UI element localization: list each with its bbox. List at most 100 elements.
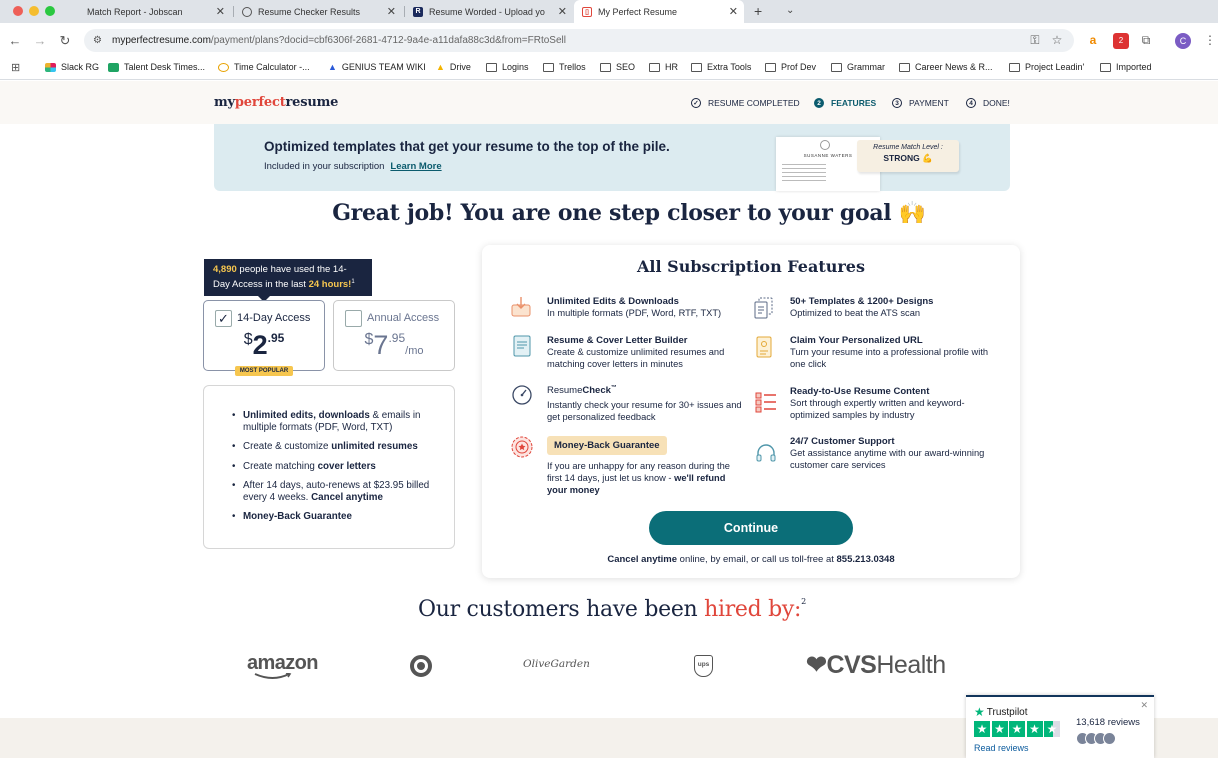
avatar	[1103, 732, 1116, 745]
phone-number[interactable]: 855.213.0348	[837, 554, 895, 565]
bookmark-folder[interactable]: Extra Tools	[691, 62, 751, 72]
plan-annual-access[interactable]: Annual Access $7.95/mo	[333, 300, 455, 371]
headset-icon	[756, 444, 776, 462]
step-payment: 3 PAYMENT	[892, 98, 949, 108]
extensions-puzzle-icon[interactable]: ⧉	[1138, 33, 1154, 49]
folder-icon	[649, 62, 660, 72]
bookmark-folder[interactable]: Logins	[486, 62, 529, 72]
feature-title: ResumeCheck™	[547, 383, 747, 396]
match-value: STRONG 💪	[883, 153, 933, 163]
continue-button[interactable]: Continue	[649, 511, 853, 545]
banner-subtitle-text: Included in your subscription	[264, 161, 385, 172]
browser-tab-resume-worded[interactable]: R Resume Worded - Upload yo ✕	[405, 0, 573, 23]
learn-more-link[interactable]: Learn More	[390, 161, 441, 172]
bookmark-label: Grammar	[847, 62, 885, 72]
apps-grid-icon[interactable]: ⊞	[11, 61, 20, 74]
bookmark-folder[interactable]: Grammar	[831, 62, 885, 72]
guarantee-seal-icon	[511, 436, 533, 458]
close-window-button[interactable]	[13, 6, 23, 16]
resumecheck-b: Check	[582, 385, 611, 397]
folder-icon	[486, 62, 497, 72]
bookmark-label: Project Leadin'	[1025, 62, 1085, 72]
feature-money-back: Money-Back Guarantee If you are unhappy …	[547, 435, 747, 496]
templates-icon	[754, 297, 773, 319]
reload-icon[interactable]: ↻	[57, 33, 73, 49]
price-dollars: 7	[373, 330, 389, 360]
browser-tab-resume-checker[interactable]: Resume Checker Results ✕	[234, 0, 402, 23]
plan-checkbox[interactable]	[345, 310, 362, 327]
site-settings-icon[interactable]: ⚙	[93, 35, 102, 46]
plan-checkbox-checked[interactable]: ✓	[215, 310, 232, 327]
password-key-icon[interactable]: ⚿	[1027, 33, 1043, 49]
feature-bold: Cancel anytime	[311, 491, 383, 503]
bookmark-folder[interactable]: Imported	[1100, 62, 1152, 72]
bookmark-label: Trellos	[559, 62, 586, 72]
feature-desc: Get assistance anytime with our award-wi…	[790, 448, 985, 470]
bookmark-star-icon[interactable]: ☆	[1049, 33, 1065, 49]
globe-icon	[242, 6, 252, 17]
drive-icon: ▲	[436, 62, 445, 72]
tab-title: Match Report - Jobscan	[87, 6, 183, 17]
feature-bold: cover letters	[317, 460, 376, 472]
bookmark-label: Imported	[1116, 62, 1152, 72]
browser-tab-my-perfect-resume[interactable]: ▯ My Perfect Resume ✕	[574, 0, 744, 23]
bookmark-folder[interactable]: Career News & R...	[899, 62, 993, 72]
bookmark-time-calculator[interactable]: Time Calculator -...	[218, 62, 310, 72]
folder-icon	[765, 62, 776, 72]
minimize-window-button[interactable]	[29, 6, 39, 16]
resume-match-badge: Resume Match Level : STRONG 💪	[857, 140, 959, 172]
browser-tab-jobscan[interactable]: Match Report - Jobscan ✕	[79, 0, 231, 23]
bookmark-folder[interactable]: Project Leadin'	[1009, 62, 1084, 72]
feature-title: 50+ Templates & 1200+ Designs	[790, 296, 934, 307]
bookmark-folder[interactable]: SEO	[600, 62, 635, 72]
feature-resume-content: Ready-to-Use Resume Content Sort through…	[790, 386, 990, 421]
feature-desc: Instantly check your resume for 30+ issu…	[547, 400, 742, 423]
star-icon: ★	[1026, 721, 1043, 737]
close-icon[interactable]: ✕	[1140, 700, 1148, 711]
url-path: /payment/plans?docid=cbf6306f-2681-4712-…	[210, 35, 566, 46]
trustpilot-widget[interactable]: ✕ ★ Trustpilot ★ ★ ★ ★ ★ 13,618 reviews Read …	[966, 695, 1154, 758]
close-tab-icon[interactable]: ✕	[558, 5, 567, 18]
close-tab-icon[interactable]: ✕	[216, 5, 225, 18]
site-logo[interactable]: myperfectresume	[214, 95, 338, 110]
tab-title: My Perfect Resume	[598, 6, 678, 17]
trustpilot-star-icon: ★	[974, 705, 985, 719]
bookmark-slack[interactable]: Slack RG	[45, 62, 99, 72]
extension-badge-icon[interactable]: 2	[1113, 33, 1129, 49]
plan-14-day-access[interactable]: ✓ 14-Day Access $2.95	[203, 300, 325, 371]
feature-text: Create & customize	[243, 441, 332, 452]
logo-part: resume	[285, 95, 339, 110]
back-arrow-icon[interactable]: ←	[7, 33, 23, 48]
step-label: RESUME COMPLETED	[708, 98, 800, 108]
sheets-icon	[108, 62, 119, 72]
new-tab-button[interactable]: +	[754, 3, 762, 19]
trademark: ™	[610, 385, 617, 391]
plan-price: $2.95	[204, 330, 324, 361]
maximize-window-button[interactable]	[45, 6, 55, 16]
close-tab-icon[interactable]: ✕	[729, 5, 738, 18]
review-count: 13,618 reviews	[1076, 717, 1140, 728]
close-tab-icon[interactable]: ✕	[387, 5, 396, 18]
profile-avatar[interactable]: C	[1175, 33, 1191, 49]
bookmark-talent-desk[interactable]: Talent Desk Times...	[108, 62, 205, 72]
bookmark-genius-wiki[interactable]: ▲ GENIUS TEAM WIKI	[328, 62, 426, 72]
feature-desc: Create & customize unlimited resumes and…	[547, 347, 725, 369]
browser-menu-icon[interactable]: ⋮	[1202, 33, 1218, 49]
url-text[interactable]: myperfectresume.com/payment/plans?docid=…	[112, 35, 566, 46]
bookmark-label: Slack RG	[61, 62, 100, 72]
folder-icon	[1100, 62, 1111, 72]
forward-arrow-icon[interactable]: →	[32, 33, 48, 48]
bookmark-drive[interactable]: ▲ Drive	[436, 62, 471, 72]
target-logo	[410, 655, 432, 677]
bookmark-folder[interactable]: Trellos	[543, 62, 586, 72]
plan-features-list: Unlimited edits, downloads & emails in m…	[203, 385, 455, 549]
tab-search-chevron-icon[interactable]: ⌄	[786, 5, 794, 16]
tooltip-count: 4,890	[213, 264, 237, 275]
read-reviews-link[interactable]: Read reviews	[974, 743, 1029, 753]
amazon-extension-icon[interactable]: a	[1085, 33, 1101, 49]
bookmark-folder[interactable]: Prof Dev	[765, 62, 816, 72]
bookmark-folder[interactable]: HR	[649, 62, 678, 72]
list-item: Unlimited edits, downloads & emails in m…	[232, 410, 440, 433]
trustpilot-name: Trustpilot	[986, 706, 1028, 718]
cvs-logo-part: Health	[876, 651, 946, 679]
